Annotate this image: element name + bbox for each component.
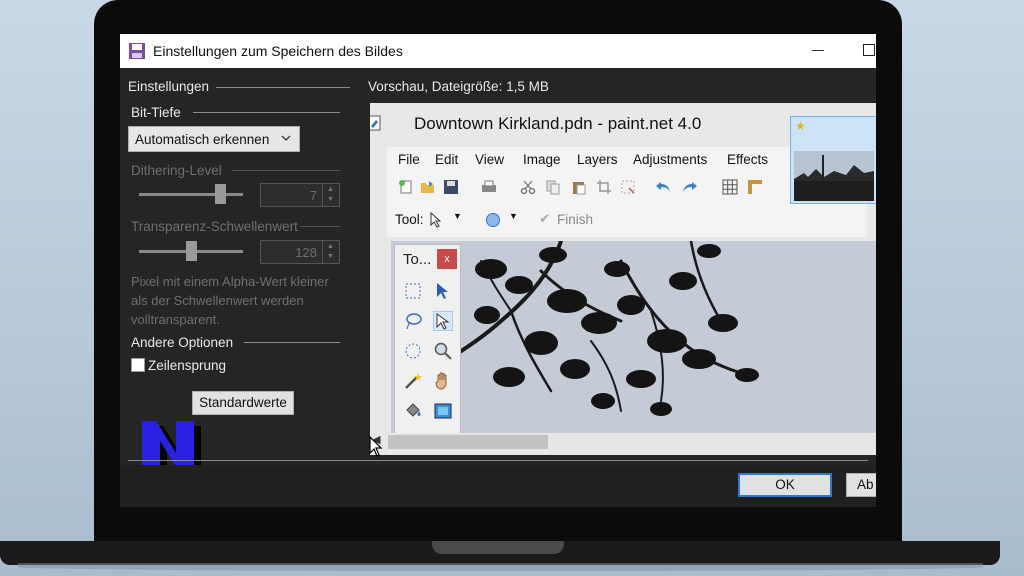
- dithering-slider-thumb[interactable]: [214, 184, 226, 204]
- paintnet-tool-options: Tool: ▼ ▼ ✔ Finish: [387, 203, 867, 237]
- horizontal-scrollbar[interactable]: ◀: [370, 433, 876, 449]
- paintnet-canvas: To... x: [391, 241, 876, 433]
- dithering-spinbox[interactable]: 7 ▲ ▼: [260, 183, 340, 207]
- tree-branches-photo: [444, 241, 759, 416]
- zoom-icon[interactable]: [433, 341, 453, 361]
- transparency-slider-thumb[interactable]: [185, 241, 197, 261]
- scrollbar-thumb[interactable]: [388, 435, 548, 449]
- tools-window: To... x: [394, 244, 461, 433]
- cancel-button[interactable]: Ab: [846, 473, 876, 497]
- dithering-slider-track[interactable]: [139, 193, 243, 196]
- check-icon: ✔: [539, 211, 551, 226]
- laptop-shadow: [18, 563, 983, 571]
- other-options-divider: [244, 342, 340, 343]
- transparency-spinbox[interactable]: 128 ▲ ▼: [260, 240, 340, 264]
- save-icon[interactable]: [443, 179, 459, 195]
- menu-file[interactable]: File: [398, 152, 420, 167]
- bit-depth-divider: [193, 112, 340, 113]
- settings-heading: Einstellungen: [128, 79, 210, 94]
- tool-dropdown-arrow[interactable]: ▼: [453, 211, 462, 221]
- menu-edit[interactable]: Edit: [435, 152, 458, 167]
- move-selection-tool-icon[interactable]: [433, 311, 453, 331]
- footer-divider: [128, 460, 868, 461]
- thumbnail-image: [794, 151, 874, 201]
- paste-icon[interactable]: [571, 179, 587, 195]
- image-thumbnail-panel[interactable]: ★: [790, 116, 876, 204]
- save-icon: [129, 43, 145, 59]
- rectangle-select-icon[interactable]: [403, 281, 423, 301]
- transparency-divider: [300, 226, 340, 227]
- lasso-icon[interactable]: [403, 311, 423, 331]
- dithering-label: Dithering-Level: [131, 163, 222, 178]
- menu-layers[interactable]: Layers: [577, 152, 618, 167]
- antialias-icon[interactable]: [485, 212, 501, 228]
- star-icon: ★: [795, 119, 806, 133]
- crop-icon[interactable]: [596, 179, 612, 195]
- dialog-titlebar: Einstellungen zum Speichern des Bildes: [120, 34, 876, 68]
- magic-wand-icon[interactable]: [403, 371, 423, 391]
- antialias-dropdown-arrow[interactable]: ▼: [509, 211, 518, 221]
- maximize-button[interactable]: [863, 44, 875, 56]
- defaults-button[interactable]: Standardwerte: [192, 391, 294, 415]
- interlace-label[interactable]: Zeilensprung: [148, 358, 226, 373]
- menu-effects[interactable]: Effects: [727, 152, 768, 167]
- open-icon[interactable]: [420, 179, 436, 195]
- tool-label: Tool:: [395, 212, 424, 227]
- minimize-button[interactable]: [812, 50, 824, 51]
- transparency-value: 128: [295, 245, 317, 260]
- copy-icon[interactable]: [545, 179, 561, 195]
- menu-adjustments[interactable]: Adjustments: [633, 152, 707, 167]
- pan-hand-icon[interactable]: [433, 371, 453, 391]
- grid-icon[interactable]: [722, 179, 738, 195]
- transparency-spin-arrows[interactable]: ▲ ▼: [322, 241, 339, 263]
- help-text: Pixel mit einem Alpha-Wert kleiner als d…: [131, 274, 329, 327]
- ellipse-select-icon[interactable]: [403, 341, 423, 361]
- gradient-icon[interactable]: [433, 401, 453, 421]
- dialog-title: Einstellungen zum Speichern des Bildes: [153, 43, 403, 59]
- cut-icon[interactable]: [520, 179, 536, 195]
- transparency-label: Transparenz-Schwellenwert: [131, 219, 298, 234]
- bit-depth-dropdown[interactable]: Automatisch erkennen: [128, 126, 300, 152]
- paintnet-window-title: Downtown Kirkland.pdn - paint.net 4.0: [414, 114, 702, 133]
- ok-button[interactable]: OK: [738, 473, 832, 497]
- paintnet-document-icon: [370, 115, 381, 131]
- undo-icon[interactable]: [655, 179, 671, 195]
- new-icon[interactable]: [398, 179, 414, 195]
- paint-bucket-icon[interactable]: [403, 401, 423, 421]
- deselect-icon[interactable]: [620, 179, 636, 195]
- other-options-heading: Andere Optionen: [131, 335, 234, 350]
- print-icon[interactable]: [481, 179, 497, 195]
- settings-divider: [216, 87, 350, 88]
- chevron-down-icon: [281, 135, 291, 141]
- bit-depth-value: Automatisch erkennen: [135, 132, 270, 147]
- finish-button[interactable]: Finish: [557, 212, 593, 227]
- preview-heading: Vorschau, Dateigröße: 1,5 MB: [368, 79, 549, 94]
- dithering-value: 7: [309, 188, 317, 203]
- move-selection-icon[interactable]: [429, 212, 445, 228]
- bit-depth-heading: Bit-Tiefe: [131, 105, 181, 120]
- laptop-notch: [432, 541, 564, 554]
- dithering-spin-arrows[interactable]: ▲ ▼: [322, 184, 339, 206]
- tools-close-button[interactable]: x: [437, 249, 457, 269]
- preview-image: Downtown Kirkland.pdn - paint.net 4.0 Fi…: [370, 103, 876, 455]
- ruler-icon[interactable]: [747, 179, 763, 195]
- move-pixels-icon[interactable]: [433, 281, 453, 301]
- redo-icon[interactable]: [682, 179, 698, 195]
- tools-window-title: To...: [403, 251, 432, 268]
- menu-image[interactable]: Image: [523, 152, 561, 167]
- mouse-cursor-icon: [369, 436, 383, 457]
- interlace-checkbox[interactable]: [131, 358, 145, 372]
- dithering-divider: [232, 170, 340, 171]
- save-settings-dialog: Einstellungen zum Speichern des Bildes E…: [120, 34, 876, 507]
- menu-view[interactable]: View: [475, 152, 504, 167]
